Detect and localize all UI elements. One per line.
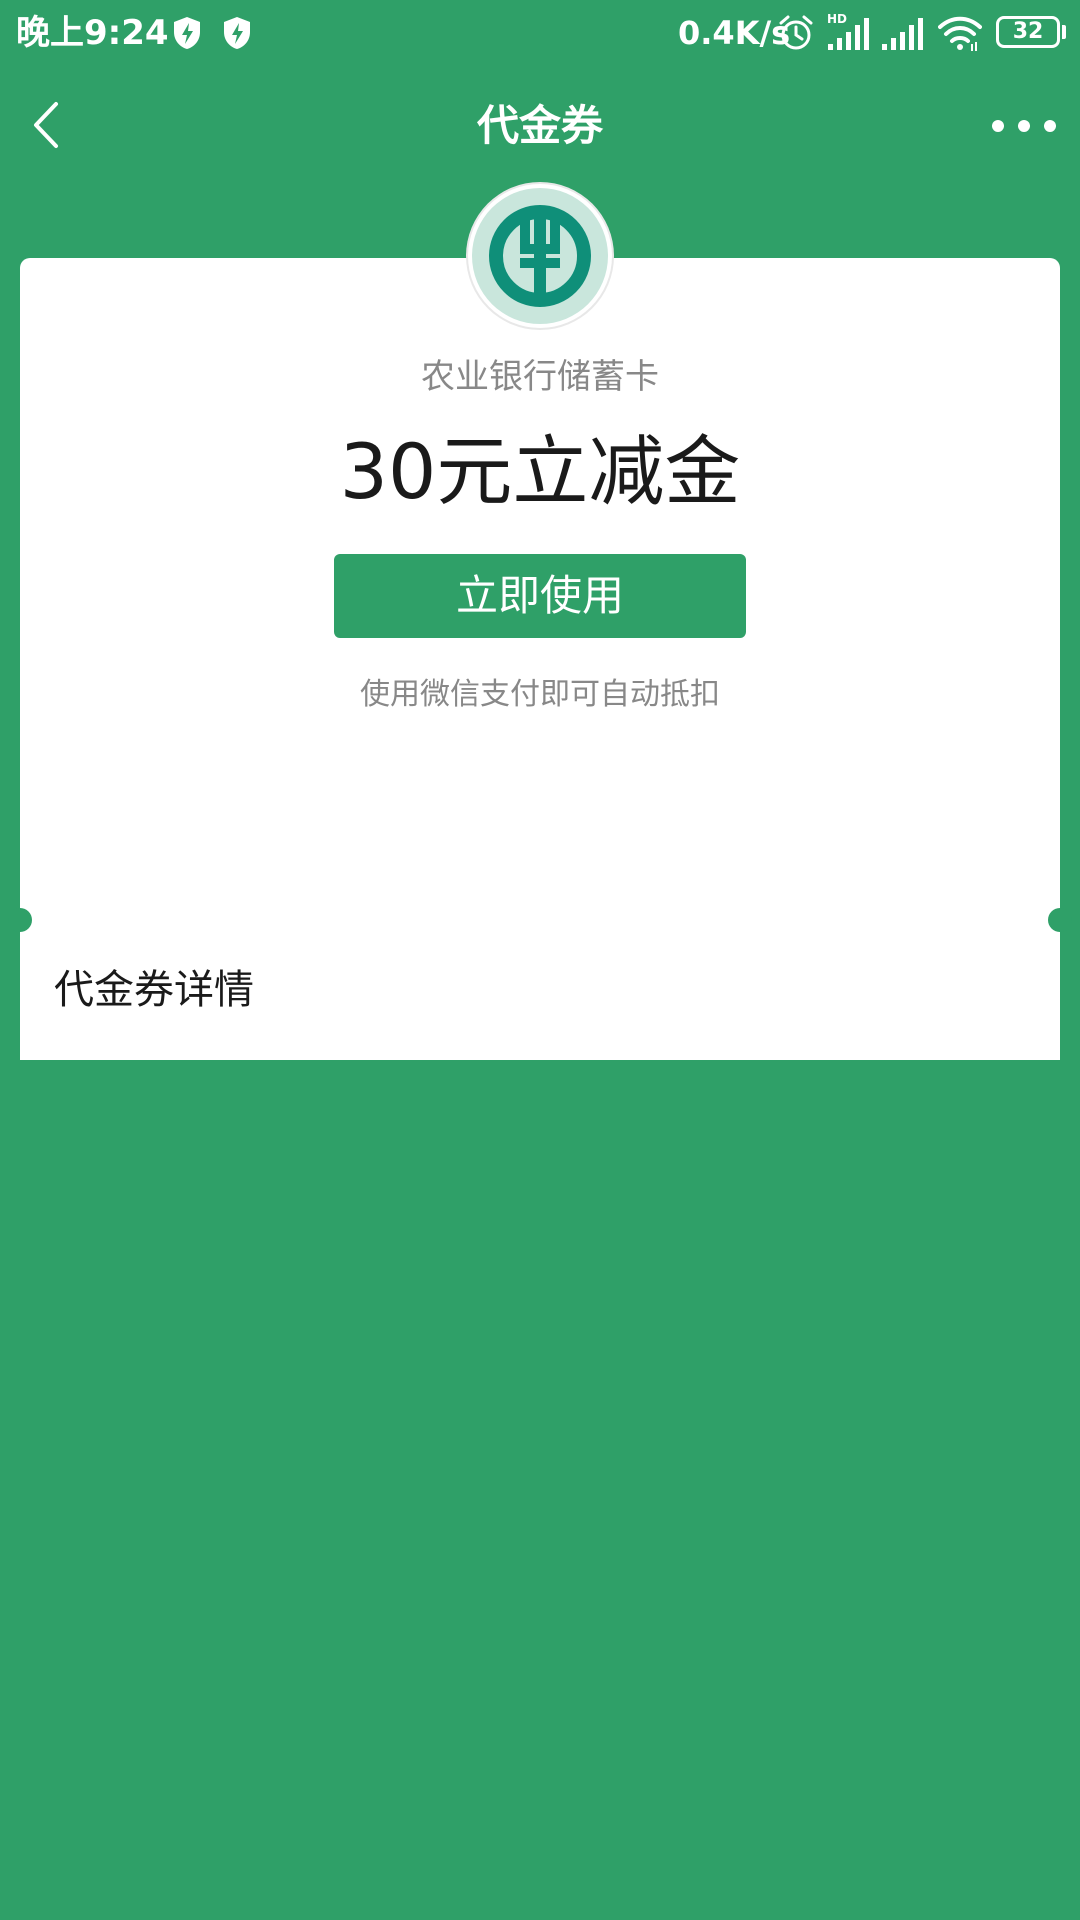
abc-bank-logo — [472, 188, 608, 324]
coupon-details-title: 代金券详情 — [54, 967, 254, 1013]
shield-bolt-icon — [174, 17, 200, 49]
signal-icon: HD — [827, 12, 869, 50]
screen: 晚上9:24 0.4K/s HD 32 代金券 农业银行储蓄卡 30元立减金 立… — [0, 0, 1080, 1920]
page-title: 代金券 — [476, 101, 603, 150]
bank-logo — [468, 184, 612, 328]
status-bar: 晚上9:24 0.4K/s HD 32 — [0, 0, 1080, 66]
usage-hint: 使用微信支付即可自动抵扣 — [360, 677, 720, 712]
battery-icon: 32 — [996, 16, 1060, 48]
card-notch-right — [1048, 908, 1072, 932]
alarm-icon — [779, 15, 813, 50]
signal-icon — [882, 18, 923, 50]
network-type-label: HD — [827, 12, 847, 26]
network-speed: 0.4K/s — [678, 14, 791, 52]
more-dots-icon[interactable] — [988, 114, 1068, 138]
battery-tip — [1062, 25, 1066, 39]
card-notch-left — [8, 908, 32, 932]
use-now-button[interactable]: 立即使用 — [334, 554, 746, 638]
bank-name: 农业银行储蓄卡 — [421, 357, 659, 397]
wifi-icon — [938, 16, 982, 51]
nav-bar: 代金券 — [0, 66, 1080, 184]
status-time: 晚上9:24 — [16, 13, 169, 53]
shield-bolt-icon — [224, 17, 250, 49]
chevron-left-icon[interactable] — [28, 100, 68, 150]
coupon-amount-title: 30元立减金 — [339, 427, 741, 516]
